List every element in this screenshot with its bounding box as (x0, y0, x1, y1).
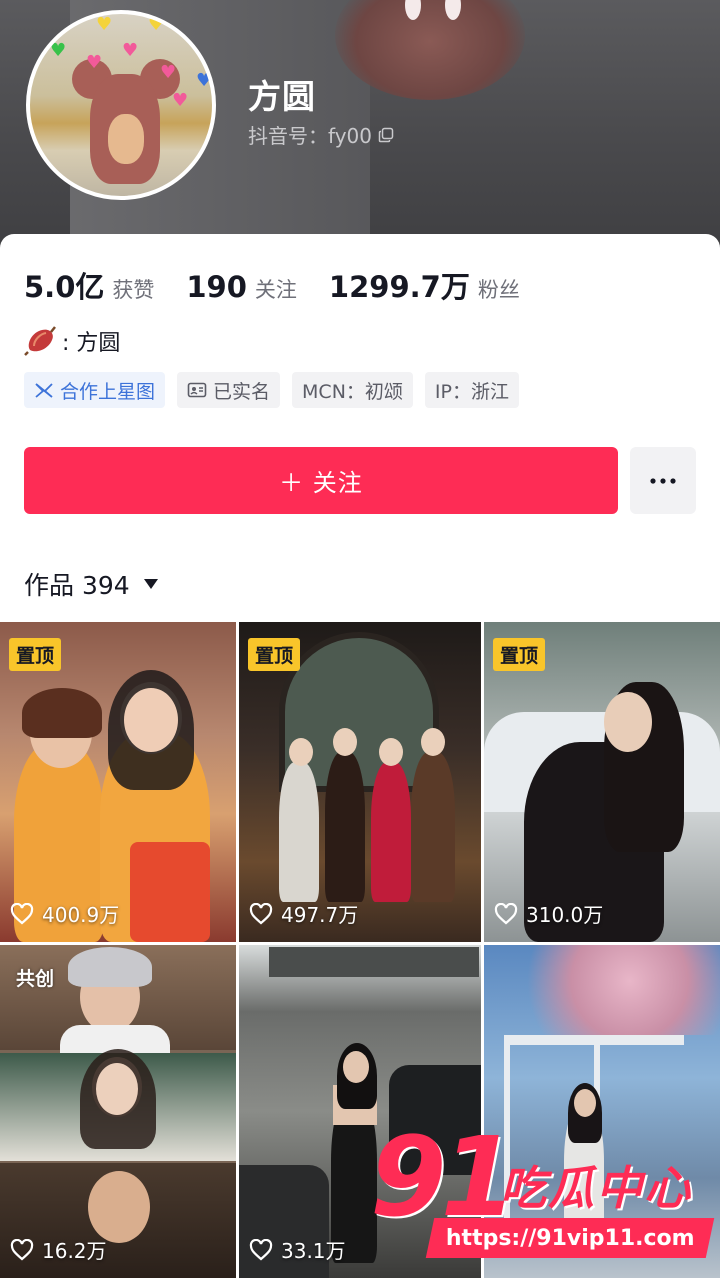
stat-value: 1299.7万 (328, 270, 470, 304)
stat-value: 190 (186, 270, 247, 304)
stat-following[interactable]: 190 关注 (186, 270, 297, 304)
watermark-text: 吃瓜中心 (500, 1161, 692, 1215)
douyin-id-text: 抖音号：fy00 (248, 124, 372, 148)
tag-label: MCN：初颂 (302, 380, 403, 403)
stats-row: 5.0亿 获赞 190 关注 1299.7万 粉丝 (24, 264, 552, 306)
tag-mcn[interactable]: MCN：初颂 (292, 372, 413, 408)
star-map-icon (35, 383, 53, 398)
likes-count: 497.7万 (281, 903, 359, 927)
stat-label: 关注 (254, 278, 297, 302)
follow-button[interactable]: ＋ 关注 (24, 447, 618, 514)
video-tile[interactable]: 置顶 497.7万 (239, 622, 481, 942)
heart-icon (10, 1238, 34, 1260)
stat-label: 粉丝 (477, 278, 520, 302)
tag-ip: IP：浙江 (424, 372, 519, 408)
watermark-url-text: https://91vip11.com (445, 1225, 695, 1251)
video-tile[interactable]: 共创 16.2万 (0, 945, 236, 1278)
id-card-icon (187, 382, 207, 398)
douyin-id[interactable]: 抖音号：fy00 (248, 120, 394, 149)
works-label: 作品 394 (24, 571, 130, 600)
stat-followers[interactable]: 1299.7万 粉丝 (329, 264, 520, 306)
pinned-badge: 置顶 (9, 638, 62, 671)
stat-likes: 5.0亿 获赞 (24, 264, 154, 306)
stat-value: 5.0亿 (24, 270, 105, 304)
pinned-badge: 置顶 (248, 638, 301, 671)
video-likes: 16.2万 (10, 1235, 107, 1264)
profile-name: 方圆 (248, 77, 316, 116)
watermark-url: https://91vip11.com (425, 1218, 715, 1258)
likes-count: 33.1万 (281, 1239, 346, 1263)
heart-icon (494, 902, 518, 924)
tag-star-map[interactable]: 合作上星图 (24, 372, 166, 408)
tag-label: IP：浙江 (434, 380, 509, 403)
likes-count: 400.9万 (42, 903, 120, 927)
heart-icon (249, 1238, 273, 1260)
more-dots-icon (650, 477, 676, 484)
video-likes: 497.7万 (249, 899, 358, 928)
tag-label: 已实名 (213, 380, 271, 403)
video-likes: 33.1万 (249, 1235, 346, 1264)
heart-icon (249, 902, 273, 924)
tag-label: 合作上星图 (60, 380, 156, 403)
bio: : 方圆 (24, 324, 120, 358)
likes-count: 16.2万 (42, 1239, 107, 1263)
pinned-badge: 置顶 (493, 638, 546, 671)
bio-text: : 方圆 (62, 331, 121, 356)
video-likes: 400.9万 (10, 899, 119, 928)
cocreate-badge: 共创 (16, 968, 55, 990)
video-tile[interactable]: 置顶 400.9万 (0, 622, 236, 942)
video-likes: 310.0万 (494, 899, 603, 928)
more-button[interactable] (630, 447, 696, 514)
triangle-down-icon[interactable] (143, 579, 158, 589)
sweet-potato-icon (24, 326, 56, 356)
stat-label: 获赞 (112, 278, 155, 302)
works-tab[interactable]: 作品 394 (24, 566, 158, 602)
copy-icon[interactable] (378, 127, 394, 143)
video-tile[interactable]: 置顶 310.0万 (484, 622, 720, 942)
tags-row: 合作上星图 已实名 MCN：初颂 IP：浙江 (24, 372, 519, 408)
follow-label: ＋ 关注 (279, 469, 363, 497)
tag-verified[interactable]: 已实名 (177, 372, 281, 408)
watermark: 91 吃瓜中心 https://91vip11.com (370, 1122, 720, 1262)
avatar[interactable]: ♥ ♥ ♥ ♥ ♥ ♥ ♥ ♥ (26, 10, 216, 200)
heart-icon (10, 902, 34, 924)
watermark-brand: 91 (370, 1113, 517, 1241)
likes-count: 310.0万 (526, 903, 604, 927)
